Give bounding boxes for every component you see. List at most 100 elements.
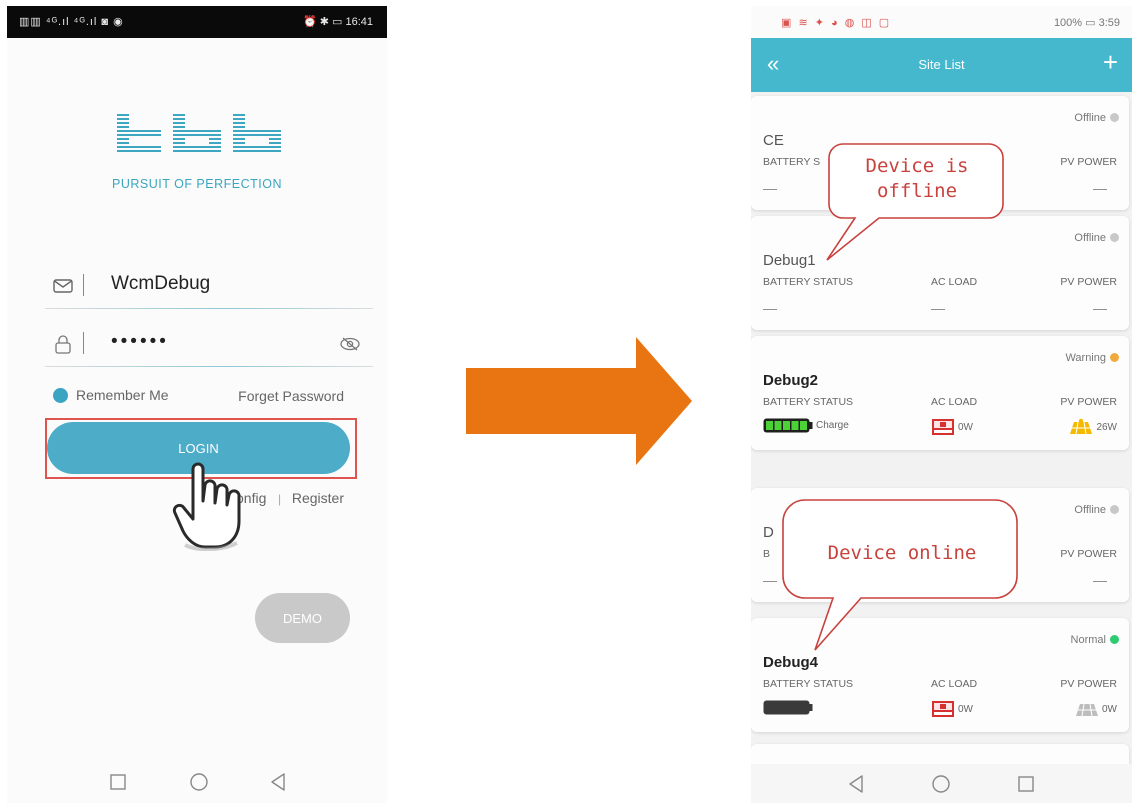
pv-value: — bbox=[1093, 180, 1107, 196]
remember-me-checkbox[interactable]: Remember Me bbox=[53, 387, 169, 407]
online-callout bbox=[782, 499, 1018, 651]
demo-button[interactable]: DEMO bbox=[255, 593, 350, 643]
site-list-header: « Site List + bbox=[751, 38, 1132, 92]
battery-value: — bbox=[763, 572, 777, 588]
battery-label: BATTERY S bbox=[763, 156, 821, 168]
field-underline bbox=[45, 366, 373, 367]
add-site-button[interactable]: + bbox=[1103, 47, 1118, 78]
status-text: Offline bbox=[1074, 504, 1106, 516]
status-bar-left: ▣ ≋ ✦ ◕ ◍ ◫ ▢ bbox=[781, 17, 892, 29]
battery-label: B bbox=[763, 548, 771, 560]
status-bar-right: ⏰ ✱ ▭ 16:41 bbox=[302, 16, 373, 28]
link-divider: | bbox=[278, 492, 282, 506]
pointing-hand-icon bbox=[172, 462, 241, 551]
lock-icon bbox=[55, 335, 71, 354]
pv-label: PV POWER bbox=[1060, 678, 1117, 690]
field-separator bbox=[83, 274, 84, 296]
site-name: Debug4 bbox=[763, 654, 819, 671]
pv-value: — bbox=[1093, 572, 1107, 588]
mail-icon bbox=[53, 279, 73, 293]
status-dot bbox=[1110, 233, 1119, 242]
transition-arrow bbox=[466, 337, 692, 465]
pv-value: 26W bbox=[1096, 421, 1117, 433]
status-dot bbox=[1110, 113, 1119, 122]
ac-load-icon bbox=[932, 701, 954, 717]
register-link[interactable]: Register bbox=[292, 490, 344, 506]
username-value: WcmDebug bbox=[111, 273, 211, 294]
site-name: D bbox=[763, 524, 774, 541]
site-card[interactable]: Warning Debug2 BATTERY STATUS AC LOAD PV… bbox=[751, 336, 1129, 450]
ac-load-icon bbox=[932, 419, 954, 435]
battery-status: Charge bbox=[763, 418, 849, 433]
status-bar-right: 100% ▭ 3:59 bbox=[1053, 17, 1120, 29]
pv-label: PV POWER bbox=[1060, 276, 1117, 288]
status-badge: Offline bbox=[1074, 232, 1119, 244]
nav-bar bbox=[7, 764, 387, 802]
status-badge: Warning bbox=[1065, 352, 1119, 364]
site-name: Debug2 bbox=[763, 372, 819, 389]
battery-charge-icon bbox=[763, 418, 813, 433]
status-text: Offline bbox=[1074, 232, 1106, 244]
status-badge: Offline bbox=[1074, 112, 1119, 124]
battery-empty-icon bbox=[763, 700, 813, 715]
status-text: Normal bbox=[1070, 634, 1106, 646]
pv-status: 0W bbox=[1075, 700, 1117, 718]
eye-off-icon[interactable] bbox=[339, 333, 361, 355]
status-badge: Normal bbox=[1071, 634, 1119, 646]
pv-status: 26W bbox=[1069, 418, 1117, 436]
nav-bar bbox=[751, 764, 1132, 803]
ac-value: — bbox=[931, 300, 945, 316]
triangle-back-icon[interactable] bbox=[845, 773, 867, 795]
status-bar: ▥▥ ⁴ᴳ.ıl ⁴ᴳ.ıl ◙ ◉ ⏰ ✱ ▭ 16:41 bbox=[7, 6, 387, 38]
ac-status: 0W bbox=[931, 700, 973, 718]
radio-checked-icon bbox=[53, 388, 68, 403]
pv-value: — bbox=[1093, 300, 1107, 316]
callout-line: Device is bbox=[865, 155, 969, 177]
username-field[interactable]: WcmDebug bbox=[45, 263, 373, 309]
ac-value: 0W bbox=[958, 703, 973, 715]
pv-value: 0W bbox=[1102, 703, 1117, 715]
callout-line: offline bbox=[876, 179, 958, 202]
battery-label: BATTERY STATUS bbox=[763, 678, 854, 690]
circle-icon[interactable] bbox=[930, 773, 952, 795]
stage: ▥▥ ⁴ᴳ.ıl ⁴ᴳ.ıl ◙ ◉ ⏰ ✱ ▭ 16:41 PURSUIT O… bbox=[0, 0, 1132, 805]
status-bar: ▣ ≋ ✦ ◕ ◍ ◫ ▢ 100% ▭ 3:59 bbox=[751, 6, 1132, 38]
field-underline bbox=[45, 308, 373, 309]
pv-label: PV POWER bbox=[1060, 548, 1117, 560]
password-value: •••••• bbox=[111, 331, 169, 352]
password-field[interactable]: •••••• bbox=[45, 321, 373, 367]
login-screen: ▥▥ ⁴ᴳ.ıl ⁴ᴳ.ıl ◙ ◉ ⏰ ✱ ▭ 16:41 PURSUIT O… bbox=[7, 6, 387, 803]
circle-icon[interactable] bbox=[188, 771, 210, 793]
field-separator bbox=[83, 332, 84, 354]
remember-me-label: Remember Me bbox=[76, 387, 169, 403]
solar-panel-icon bbox=[1076, 703, 1098, 717]
ac-label: AC LOAD bbox=[931, 396, 978, 408]
square-icon[interactable] bbox=[107, 771, 129, 793]
status-text: Warning bbox=[1065, 352, 1106, 364]
battery-status bbox=[763, 700, 813, 715]
square-icon[interactable] bbox=[1015, 773, 1037, 795]
pv-label: PV POWER bbox=[1060, 156, 1117, 168]
site-name: Debug1 bbox=[763, 252, 816, 269]
tbb-logo bbox=[117, 112, 281, 154]
offline-callout-text: Device is offline bbox=[837, 154, 997, 203]
online-callout-text: Device online bbox=[827, 542, 977, 564]
battery-label: BATTERY STATUS bbox=[763, 396, 854, 408]
triangle-back-icon[interactable] bbox=[267, 771, 289, 793]
solar-panel-icon bbox=[1070, 418, 1093, 435]
pv-label: PV POWER bbox=[1060, 396, 1117, 408]
status-bar-left: ▥▥ ⁴ᴳ.ıl ⁴ᴳ.ıl ◙ ◉ bbox=[19, 16, 124, 28]
status-badge: Offline bbox=[1074, 504, 1119, 516]
battery-value: — bbox=[763, 180, 777, 196]
site-list-screen: ▣ ≋ ✦ ◕ ◍ ◫ ▢ 100% ▭ 3:59 « Site List + … bbox=[751, 6, 1132, 803]
ac-label: AC LOAD bbox=[931, 678, 978, 690]
ac-value: 0W bbox=[958, 421, 973, 433]
ac-status: 0W bbox=[931, 418, 973, 436]
tagline: PURSUIT OF PERFECTION bbox=[111, 177, 282, 191]
battery-value: Charge bbox=[816, 420, 849, 431]
site-name: CE bbox=[763, 132, 784, 149]
page-title: Site List bbox=[918, 57, 965, 72]
battery-label: BATTERY STATUS bbox=[763, 276, 854, 288]
status-dot bbox=[1110, 505, 1119, 514]
forget-password-link[interactable]: Forget Password bbox=[238, 388, 344, 404]
